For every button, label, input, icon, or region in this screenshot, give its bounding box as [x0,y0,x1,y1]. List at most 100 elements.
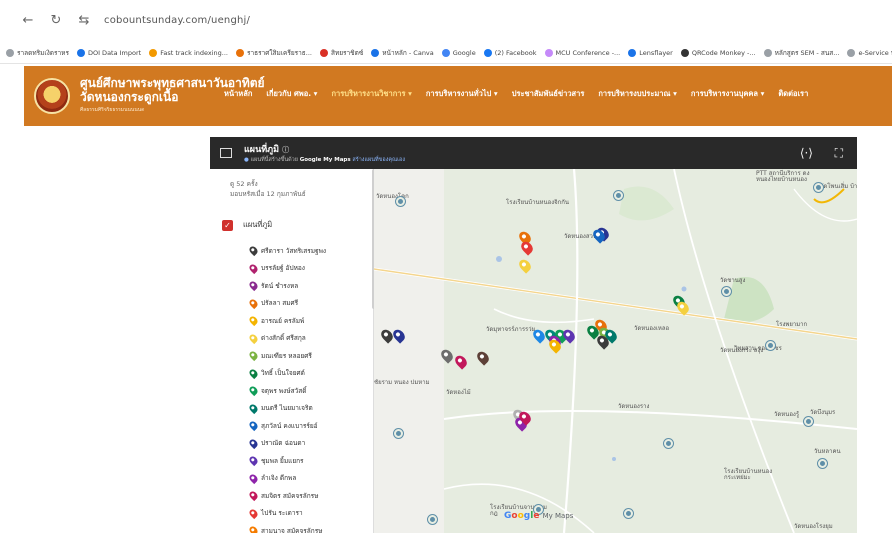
nav-item[interactable]: เกี่ยวกับ ศพอ. ▾ [266,88,317,100]
map-canvas[interactable]: โรงเรียนบ้านหนองจิกกัน วัดหนองสวน PTT สถาน… [374,169,857,533]
url-bar[interactable]: cobountsunday.com/uenghj/ [104,15,250,26]
nav-item[interactable]: หน้าหลัก [224,88,252,100]
place-pin-icon[interactable] [664,439,673,448]
legend-item[interactable]: บรรลัยฐ์ อัปหอง [247,260,373,278]
place-wat-muthajan[interactable]: วัดมุทาจรร์ภารรว่ม [486,324,536,334]
place-wat-phonsoem[interactable]: วัดโพนเสิ่ม บ้านหนอง [820,181,857,191]
google-logo: Google My Maps [504,511,574,521]
bookmark-icon [319,49,328,57]
bookmark-item[interactable]: ราธราศใสิมเครียราธ... [236,48,312,58]
bookmark-icon [680,49,689,57]
bookmark-icon [76,49,85,57]
place-pin-icon[interactable] [394,429,403,438]
legend-item[interactable]: ด่างสักดิ์ ศรีสกุล [247,330,373,348]
nav-item[interactable]: การบริหารงานบุคคล ▾ [691,88,765,100]
legend-item[interactable]: สุภวัลน์ คงแบารร์ยอ์ [247,417,373,435]
map-title[interactable]: แผนที่ภูมิ ⓘ [244,142,289,156]
map-pin-icon [247,350,260,362]
bookmark-icon [6,49,14,57]
bookmark-item[interactable]: หลักสูตร SEM - สนส... [763,48,839,58]
place-wat-nonglhao[interactable]: วัดหนองเหลอ [634,323,669,333]
bookmark-item[interactable]: สิทยราชิตซ์ [319,48,363,58]
legend-item[interactable]: ชุมพล ยิ้มแยกร [247,452,373,470]
place-pin-icon[interactable] [818,459,827,468]
nav-item[interactable]: การบริหารงานทั่วไป ▾ [426,88,498,100]
site-info-icon[interactable]: ⇆ [76,13,92,28]
legend-item[interactable]: อารณย์ ครลัมพ์ [247,312,373,330]
bookmark-icon [763,49,772,57]
place-pin-icon[interactable] [396,197,405,206]
place-pin-icon[interactable] [428,515,437,524]
place-wanlakhon[interactable]: วันหลาคน [814,449,841,455]
map-toolbar: แผนที่ภูมิ ⓘ ● แผนที่นี้สร้างขึ้นด้วย Go… [210,137,857,169]
nav-item[interactable]: ติดต่อเรา [778,88,808,100]
map-pin-icon [247,262,260,274]
bookmark-item[interactable]: DOI Data Import [76,49,141,57]
place-pin-icon[interactable] [614,191,623,200]
bookmark-icon [628,49,637,57]
legend-item[interactable]: รัตน์ ชำรงหล [247,277,373,295]
place-school-north[interactable]: โรงเรียนบ้านหนองจิกกัน [506,197,569,207]
place-pin-icon[interactable] [804,417,813,426]
map-pin-icon [247,525,260,533]
map-pin-icon [247,507,260,519]
place-wat-chansung[interactable]: วัดชานสูง [720,275,745,285]
bookmark-item[interactable]: QRCode Monkey -... [680,49,756,57]
bookmark-item[interactable]: MCU Conference -... [544,49,620,57]
bookmark-item[interactable]: e-Service ทะเบย [847,48,892,58]
legend-item[interactable]: มนตรี ไนยมาเจริต [247,400,373,418]
toggle-panel-icon[interactable] [220,148,232,158]
legend-item[interactable]: ศรีดารา วัสทริเสรมฐพง [247,242,373,260]
site-subtitle: ศีลธรรมศิริจริยธรรมนนนนนด [80,107,145,113]
map-pin-icon [247,455,260,467]
place-pin-icon[interactable] [766,341,775,350]
nav-item[interactable]: การบริหารงบประมาณ ▾ [598,88,676,100]
reload-icon[interactable]: ↻ [48,13,64,28]
map-pin-icon [247,297,260,309]
place-wat-nongru[interactable]: วัดหนองรู้ [774,409,799,419]
fullscreen-icon[interactable]: ⛶ [835,146,843,161]
nav-item[interactable]: ประชาสัมพันธ์ข่าวสาร [512,88,585,100]
legend-item[interactable]: สามนาจ สมัคจรลักรษ [247,522,373,533]
map-pin-icon [247,280,260,292]
legend-item[interactable]: ไปรัน ระเดารา [247,505,373,523]
main-nav: หน้าหลัก เกี่ยวกับ ศพอ. ▾ การบริหารงานวิชา… [224,88,808,100]
place-pin-icon[interactable] [624,509,633,518]
place-wat-nongrongyum[interactable]: วัดหนองโรงยุม [794,521,833,531]
place-pin-icon[interactable] [722,287,731,296]
bookmark-item[interactable]: หน้าหลัก - Canva [371,48,434,58]
share-icon[interactable]: ⟨·⟩ [800,146,813,160]
legend-item[interactable]: มณเฑียร หลอยศรี [247,347,373,365]
map-pin-icon [247,472,260,484]
place-pin-icon[interactable] [814,183,823,192]
site-logo[interactable] [34,78,70,114]
map-pin-icon [247,385,260,397]
place-wat-nongmai[interactable]: วัดหองไม้ [446,387,471,397]
place-chaiyaram[interactable]: ชัยราม หนอง ปมหาม [374,377,430,387]
place-hospital[interactable]: โรงพยามาก [776,319,807,329]
back-icon[interactable]: ← [20,13,36,28]
place-ptt[interactable]: PTT สถานีบริการ ดงหนองไทยบ้านหนอง [756,171,816,183]
bookmark-item[interactable]: Fast track indexing... [149,49,228,57]
legend-item[interactable]: ปราณัต ฉ่อนดา [247,435,373,453]
legend-panel: ดู 52 ครั้ง มอบหรัสเมื่อ 12 กุมภาพันธ์ ✓… [210,169,374,533]
layer-checkbox[interactable]: ✓ [222,219,233,231]
legend-item[interactable]: จตุพร พงษ์สวัสดิ์ [247,382,373,400]
bookmark-item[interactable]: Google [441,49,476,57]
layer-header[interactable]: ✓ แผนที่ภูมิ [222,219,272,231]
map-pin-icon [247,245,260,257]
legend-item[interactable]: สมจิตร สมัคจรลักรษ [247,487,373,505]
map-embed: แผนที่ภูมิ ⓘ ● แผนที่นี้สร้างขึ้นด้วย Go… [210,137,857,533]
place-school-east[interactable]: โรงเรียนบ้านหนอง กระเทย่มะ [724,469,784,481]
create-map-link[interactable]: สร้างแผนที่ของคุณเอง [352,157,405,163]
bookmark-item[interactable]: ราลดทริมเงิดราหร [6,48,69,58]
bookmark-item[interactable]: Lensflayer [628,49,673,57]
legend-item[interactable]: ลำเจิง ดีกพล [247,470,373,488]
legend-item[interactable]: ปรัลลา สมศรี [247,295,373,313]
place-wat-buengnum[interactable]: วัดบึงนุมร [810,407,835,417]
legend-item[interactable]: วิทธิ์ เป็นใจยศต์ [247,365,373,383]
nav-item[interactable]: การบริหารงานวิชาการ ▾ [331,88,411,100]
bookmark-item[interactable]: (2) Facebook [483,49,537,57]
place-wat-nongrang[interactable]: วัดหนองราง [618,401,649,411]
bookmark-icon [236,49,244,57]
